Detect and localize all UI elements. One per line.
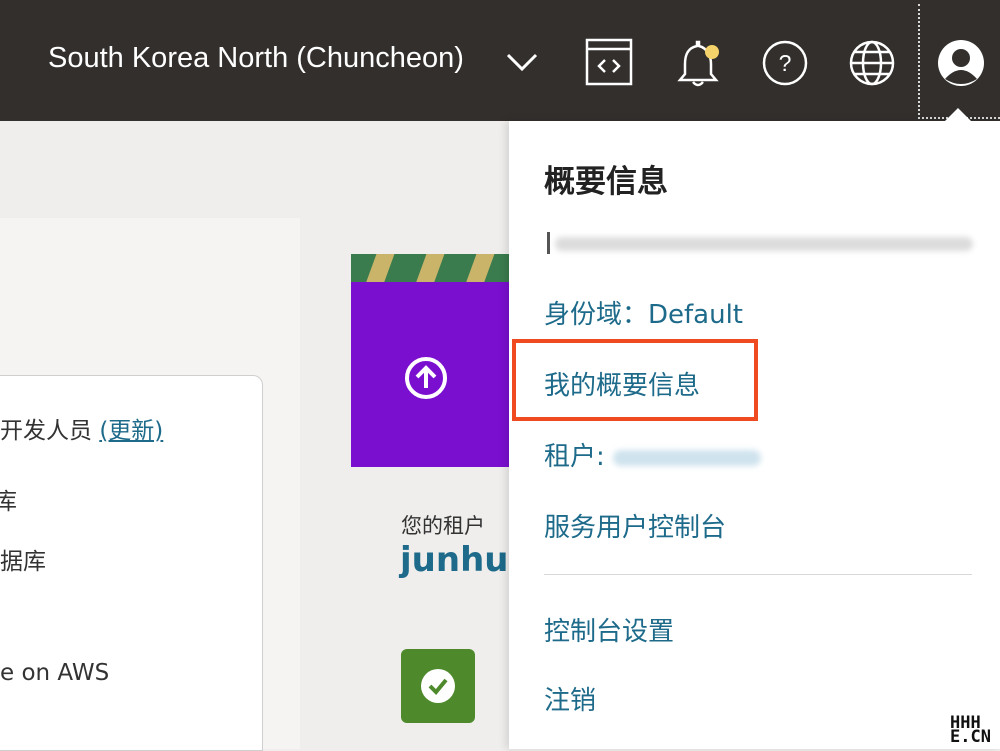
user-avatar-icon[interactable] <box>937 39 985 87</box>
card-item-library[interactable]: 库 <box>0 482 17 516</box>
identity-domain-item[interactable]: 身份域：Default <box>544 294 743 331</box>
globe-icon[interactable] <box>848 39 896 87</box>
sign-out-item[interactable]: 注销 <box>544 680 596 717</box>
card-item-developer: 开发人员 <box>0 418 92 444</box>
tenant-label: 您的租户 <box>401 514 485 538</box>
notification-dot <box>705 45 719 59</box>
tenancy-name-redacted <box>612 449 761 466</box>
user-menu-toggle[interactable] <box>918 4 1000 119</box>
card-item-aws[interactable]: e on AWS <box>0 660 109 686</box>
promo-image-strip <box>351 254 511 284</box>
card-item-database[interactable]: 据库 <box>0 542 46 576</box>
arrow-up-circle-icon[interactable] <box>404 356 448 400</box>
code-editor-icon[interactable] <box>585 38 633 86</box>
tenancy-label: 租户: <box>544 442 605 472</box>
svg-text:?: ? <box>779 50 792 76</box>
help-icon[interactable]: ? <box>762 40 808 86</box>
chevron-down-icon[interactable] <box>506 52 538 72</box>
service-user-console-item[interactable]: 服务用户控制台 <box>544 507 726 544</box>
background-card: 开发人员 (更新) 库 据库 e on AWS <box>0 375 263 751</box>
tenancy-item[interactable]: 租户: <box>544 436 761 473</box>
highlight-box <box>512 339 758 421</box>
bell-icon[interactable] <box>674 38 724 88</box>
console-settings-item[interactable]: 控制台设置 <box>544 611 674 648</box>
status-badge <box>401 649 475 723</box>
region-selector-label[interactable]: South Korea North (Chuncheon) <box>48 42 464 75</box>
update-link[interactable]: (更新) <box>99 418 163 444</box>
profile-dropdown-menu <box>509 121 1000 749</box>
top-navigation-bar: South Korea North (Chuncheon) ? <box>0 0 1000 121</box>
profile-menu-title: 概要信息 <box>544 164 668 200</box>
check-circle-icon <box>421 669 455 703</box>
dropdown-pointer <box>944 108 972 122</box>
watermark: HHH E.CN <box>950 713 991 747</box>
user-email-redacted <box>545 232 973 254</box>
menu-divider <box>544 574 972 575</box>
